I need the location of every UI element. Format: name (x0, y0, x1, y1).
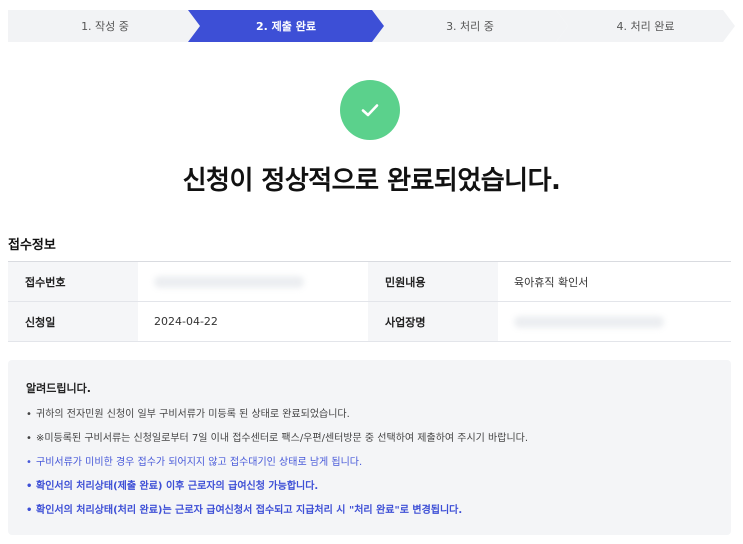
step-submitted-active: 2. 제출 완료 (188, 10, 384, 42)
table-row: 접수번호 민원내용 육아휴직 확인서 (8, 262, 731, 302)
notice-list: 귀하의 전자민원 신청이 일부 구비서류가 미등록 된 상태로 완료되었습니다.… (26, 408, 713, 518)
label-petition-content: 민원내용 (368, 262, 498, 301)
value-application-date: 2024-04-22 (138, 302, 368, 341)
redacted-value (154, 275, 304, 288)
step-processed: 4. 처리 완료 (556, 10, 735, 42)
success-check-icon (340, 80, 400, 140)
check-icon (361, 104, 379, 117)
page-title: 신청이 정상적으로 완료되었습니다. (182, 166, 561, 196)
step-label: 1. 작성 중 (81, 20, 129, 33)
progress-stepper: 1. 작성 중 3. 처리 중 4. 처리 완료 2. 제출 완료 (8, 10, 735, 42)
receipt-info-table: 접수번호 민원내용 육아휴직 확인서 신청일 2024-04-22 사업장명 (8, 261, 731, 342)
list-item: 확인서의 처리상태(처리 완료)는 근로자 급여신청서 접수되고 지급처리 시 … (26, 504, 713, 518)
label-application-date: 신청일 (8, 302, 138, 341)
label-receipt-number: 접수번호 (8, 262, 138, 301)
step-processing: 3. 처리 중 (372, 10, 568, 42)
list-item: 확인서의 처리상태(제출 완료) 이후 근로자의 급여신청 가능합니다. (26, 480, 713, 494)
list-item: 구비서류가 미비한 경우 접수가 되어지지 않고 접수대기인 상태로 남게 됩니… (26, 456, 713, 470)
step-writing: 1. 작성 중 (8, 10, 202, 42)
list-item: 귀하의 전자민원 신청이 일부 구비서류가 미등록 된 상태로 완료되었습니다. (26, 408, 713, 422)
value-receipt-number (138, 262, 368, 301)
list-item: ※미등록된 구비서류는 신청일로부터 7일 이내 접수센터로 팩스/우편/센터방… (26, 432, 713, 446)
label-business-name: 사업장명 (368, 302, 498, 341)
section-title-receipt: 접수정보 (8, 238, 56, 253)
value-petition-content: 육아휴직 확인서 (498, 262, 731, 301)
step-label: 2. 제출 완료 (256, 20, 316, 33)
value-business-name (498, 302, 731, 341)
table-row: 신청일 2024-04-22 사업장명 (8, 302, 731, 342)
step-label: 3. 처리 중 (446, 20, 494, 33)
redacted-value (514, 315, 664, 328)
notice-box: 알려드립니다. 귀하의 전자민원 신청이 일부 구비서류가 미등록 된 상태로 … (8, 360, 731, 535)
step-label: 4. 처리 완료 (616, 20, 675, 33)
notice-title: 알려드립니다. (26, 382, 91, 395)
